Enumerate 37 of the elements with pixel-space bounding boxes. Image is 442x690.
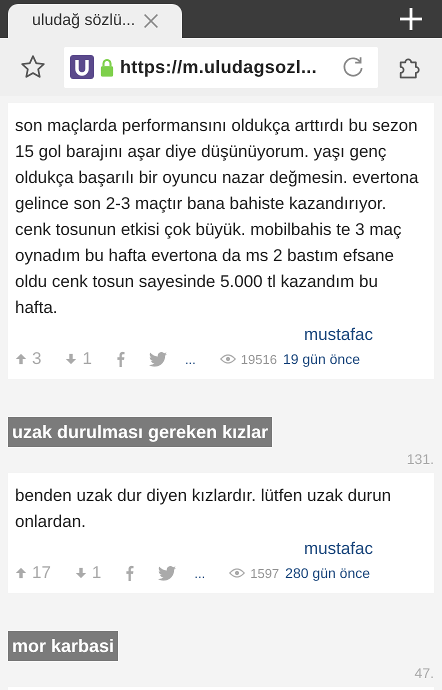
downvote-count: 1 (82, 349, 92, 369)
down-arrow-icon[interactable] (65, 353, 78, 365)
facebook-icon[interactable] (116, 351, 125, 367)
entry-date-link[interactable]: 280 gün önce (285, 565, 370, 581)
url-text: https://m.uludagsozl... (120, 56, 318, 78)
topic-title[interactable]: mor karbasi (8, 631, 118, 661)
star-icon[interactable] (20, 54, 46, 80)
view-count: 1597 (250, 566, 280, 580)
close-icon[interactable] (143, 13, 160, 29)
entry-number: 131. (406, 451, 434, 467)
entry-number: 47. (414, 665, 434, 681)
address-bar[interactable]: https://m.uludagsozl... (64, 46, 378, 88)
entry-date-link[interactable]: 19 gün önce (282, 351, 360, 367)
author-link[interactable]: mustafac (304, 539, 373, 558)
topic-title[interactable]: uzak durulması gereken kızlar (8, 417, 272, 447)
more-button[interactable]: ... (194, 566, 206, 580)
view-count: 19516 (240, 352, 277, 366)
new-tab-icon[interactable] (400, 8, 422, 30)
eye-icon (220, 354, 236, 364)
lock-icon (100, 57, 114, 77)
more-button[interactable]: ... (184, 352, 196, 366)
twitter-icon[interactable] (148, 352, 167, 366)
facebook-icon[interactable] (125, 565, 134, 581)
eye-icon (229, 568, 246, 578)
upvote-count: 3 (32, 349, 42, 369)
down-arrow-icon[interactable] (74, 567, 87, 579)
author-link[interactable]: mustafac (304, 325, 373, 344)
upvote-count: 17 (32, 563, 51, 583)
site-logo-icon (70, 55, 94, 79)
up-arrow-icon[interactable] (15, 353, 27, 365)
entry-text: benden uzak dur diyen kızlardır. lütfen uzak durun onlardan. (15, 485, 392, 533)
twitter-icon[interactable] (158, 566, 176, 580)
tab-title: uludağ sözlü... (32, 12, 136, 30)
entry-text: son maçlarda performansını oldukça arttırdı bu sezon 15 gol barajını aşar diye düşünüyorum. yaşı genç oldukça başarılı bir oyuncu nazar değmesin. evertona gelince son 2-3 maçtır bana bahiste kazandırıyor. cenk tosunun etkisi çok büyük. mobilbahis te 3 maç oynadım bu hafta evertona da ms 2 bastım efsane oldu cenk tosun sayesinde 5.000 tl kazandım bu hafta. (15, 115, 420, 319)
browser-tab[interactable]: uludağ sözlü... (8, 4, 182, 38)
up-arrow-icon[interactable] (15, 567, 27, 579)
downvote-count: 1 (92, 563, 102, 583)
